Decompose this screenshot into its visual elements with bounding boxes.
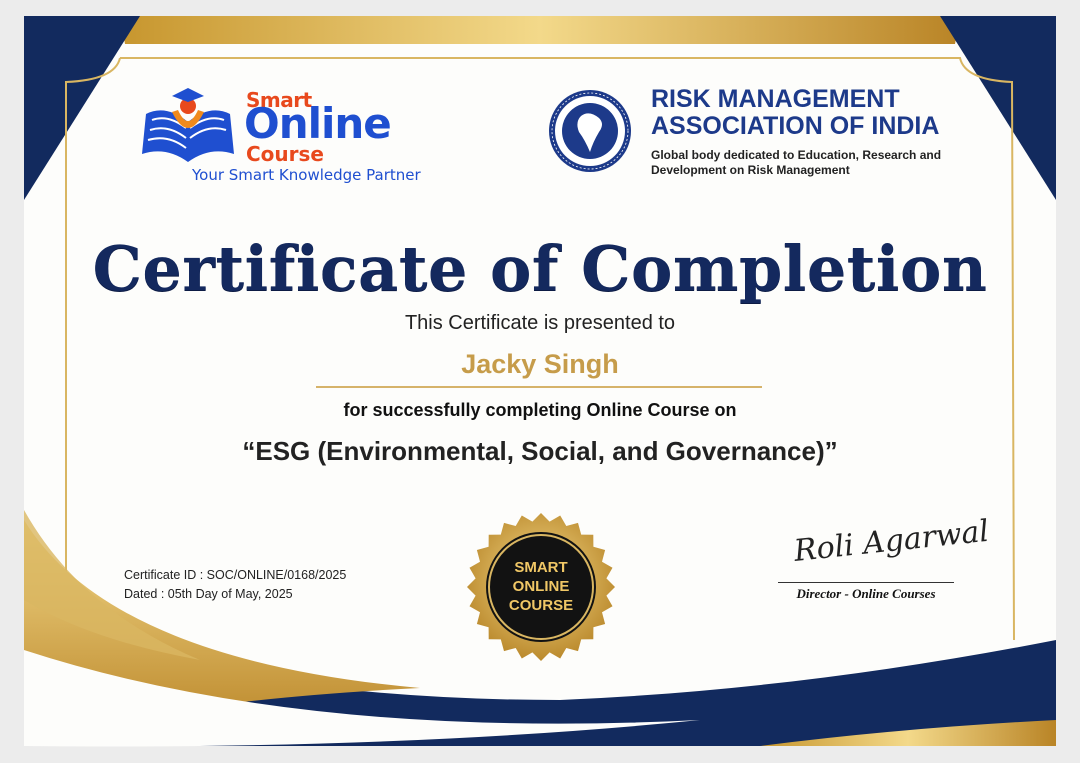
certificate-title: Certificate of Completion (92, 232, 988, 305)
book-icon (142, 88, 234, 162)
partner-name: RISK MANAGEMENT ASSOCIATION OF INDIA (651, 85, 940, 140)
logo-word-course: Course (246, 142, 324, 166)
partner-description: Global body dedicated to Education, Rese… (651, 148, 942, 177)
signatory-role: Director - Online Courses (796, 586, 936, 601)
name-underline (316, 386, 762, 388)
badge-line-1: SMART (514, 559, 568, 576)
certificate-date: Dated : 05th Day of May, 2025 (124, 587, 293, 601)
rmai-seal-icon (549, 90, 631, 172)
badge-line-3: COURSE (508, 597, 574, 614)
presented-text: This Certificate is presented to (404, 312, 676, 334)
top-gold-band (120, 16, 960, 44)
signature-line (778, 582, 954, 583)
recipient-name: Jacky Singh (461, 349, 619, 379)
logo-tagline: Your Smart Knowledge Partner (192, 166, 421, 184)
completion-text: for successfully completing Online Cours… (343, 400, 737, 420)
smart-online-course-logo: Smart Online Course Your Smart Knowledge… (136, 84, 426, 194)
certificate-id: Certificate ID : SOC/ONLINE/0168/2025 (124, 568, 347, 582)
badge-label: SMART ONLINE COURSE (466, 558, 616, 615)
course-name: “ESG (Environmental, Social, and Governa… (242, 436, 838, 466)
logo-word-online: Online (244, 99, 392, 148)
certificate: Smart Online Course Your Smart Knowledge… (0, 0, 1080, 763)
badge-line-2: ONLINE (512, 578, 570, 595)
